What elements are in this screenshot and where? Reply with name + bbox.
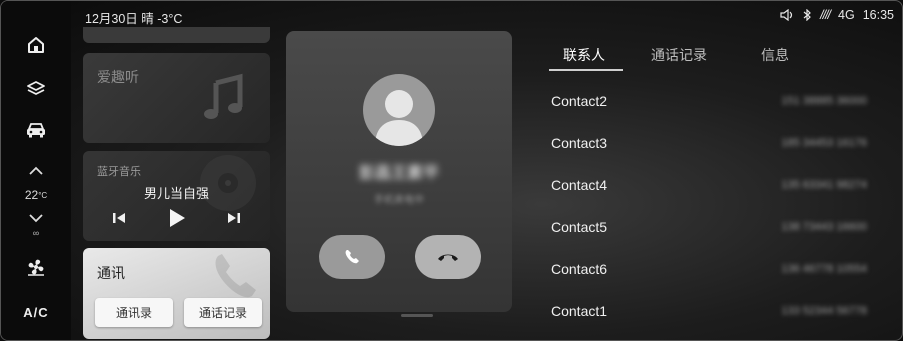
hang-up-icon [438, 254, 458, 261]
contact-number: 138 73443 16600 [781, 221, 867, 233]
home-button[interactable] [1, 33, 71, 57]
communication-title: 通讯 [97, 265, 125, 281]
phone-icon [345, 250, 359, 264]
temp-down-button[interactable] [1, 211, 71, 225]
temperature-readout: 22 °C [1, 187, 71, 203]
status-bar: 12月30日 晴 -3°C //// 4G 16:35 [1, 1, 902, 27]
incoming-call-panel: 彭昌王素平 手机来电中 [286, 31, 512, 312]
tab-messages[interactable]: 信息 [761, 45, 789, 65]
caller-name: 彭昌王素平 [358, 165, 439, 182]
music-card[interactable]: 爱趣听 [83, 53, 270, 143]
volume-icon [780, 9, 793, 21]
ac-button[interactable]: A/C [1, 303, 71, 321]
contact-number: 151 38885 36000 [781, 95, 867, 107]
playback-controls [111, 208, 242, 228]
status-icons: //// 4G 16:35 [780, 8, 894, 22]
top-card-edge[interactable] [83, 27, 270, 43]
contacts-tabs: 联系人 通话记录 信息 [541, 45, 881, 73]
panel-handle [401, 314, 433, 317]
left-rail: 22 °C ∞ A/C [1, 1, 71, 340]
chevron-down-icon [29, 214, 43, 223]
contact-row[interactable]: Contact3 185 34453 16176 [541, 125, 881, 165]
contact-number: 136 46778 10554 [781, 263, 867, 275]
call-log-button[interactable]: 通话记录 [184, 298, 262, 327]
person-icon [375, 90, 423, 146]
play-icon[interactable] [168, 208, 186, 228]
contact-row[interactable]: Contact1 133 52344 56778 [541, 293, 881, 333]
chevron-up-icon [29, 166, 43, 175]
contacts-button[interactable]: 通讯录 [95, 298, 173, 327]
network-type: 4G [838, 8, 855, 22]
apps-button[interactable] [1, 78, 71, 100]
avatar [363, 74, 435, 146]
fan-mode-label: ∞ [32, 228, 40, 238]
car-icon [27, 123, 45, 138]
bluetooth-icon [803, 9, 812, 21]
contact-number: 133 52344 56778 [781, 305, 867, 317]
contact-number: 135 63341 98274 [781, 179, 867, 191]
bluetooth-music-card[interactable]: 蓝牙音乐 男儿当自强 [83, 151, 270, 241]
call-status: 手机来电中 [374, 195, 424, 206]
contact-name: Contact4 [551, 177, 608, 193]
temperature-value: 22 [24, 188, 39, 202]
communication-card[interactable]: 通讯 通讯录 通话记录 [83, 248, 270, 339]
contact-row[interactable]: Contact2 151 38885 36000 [541, 83, 881, 123]
contact-name: Contact5 [551, 219, 608, 235]
car-infotainment-screen: 22 °C ∞ A/C 12月30日 晴 -3°C //// 4G 16:35 爱… [0, 0, 903, 341]
contact-row[interactable]: Contact6 136 46778 10554 [541, 251, 881, 291]
vehicle-button[interactable] [1, 119, 71, 141]
contact-name: Contact2 [551, 93, 608, 109]
contact-row[interactable]: Contact4 135 63341 98274 [541, 167, 881, 207]
previous-track-icon[interactable] [111, 211, 127, 225]
date-weather: 12月30日 晴 -3°C [85, 12, 183, 26]
contact-row[interactable]: Contact5 138 73443 16600 [541, 209, 881, 249]
layers-icon [27, 81, 45, 95]
contact-name: Contact6 [551, 261, 608, 277]
music-note-icon [204, 73, 243, 119]
fan-button[interactable] [1, 255, 71, 279]
contact-number: 185 34453 16176 [781, 137, 867, 149]
song-title: 男儿当自强 [143, 186, 209, 201]
clock: 16:35 [862, 8, 894, 22]
tab-call-log[interactable]: 通话记录 [651, 45, 707, 65]
home-icon [28, 37, 44, 53]
temperature-unit: °C [38, 190, 48, 200]
contact-name: Contact3 [551, 135, 608, 151]
fan-icon [28, 259, 44, 276]
hang-up-button[interactable] [415, 235, 481, 279]
tab-contacts[interactable]: 联系人 [563, 45, 605, 65]
signal-strength: //// [820, 8, 831, 22]
active-tab-indicator [549, 69, 623, 71]
contact-name: Contact1 [551, 303, 608, 319]
temp-up-button[interactable] [1, 164, 71, 178]
bluetooth-music-label: 蓝牙音乐 [97, 166, 141, 178]
music-card-title: 爱趣听 [97, 69, 139, 85]
answer-call-button[interactable] [319, 235, 385, 279]
next-track-icon[interactable] [226, 211, 242, 225]
